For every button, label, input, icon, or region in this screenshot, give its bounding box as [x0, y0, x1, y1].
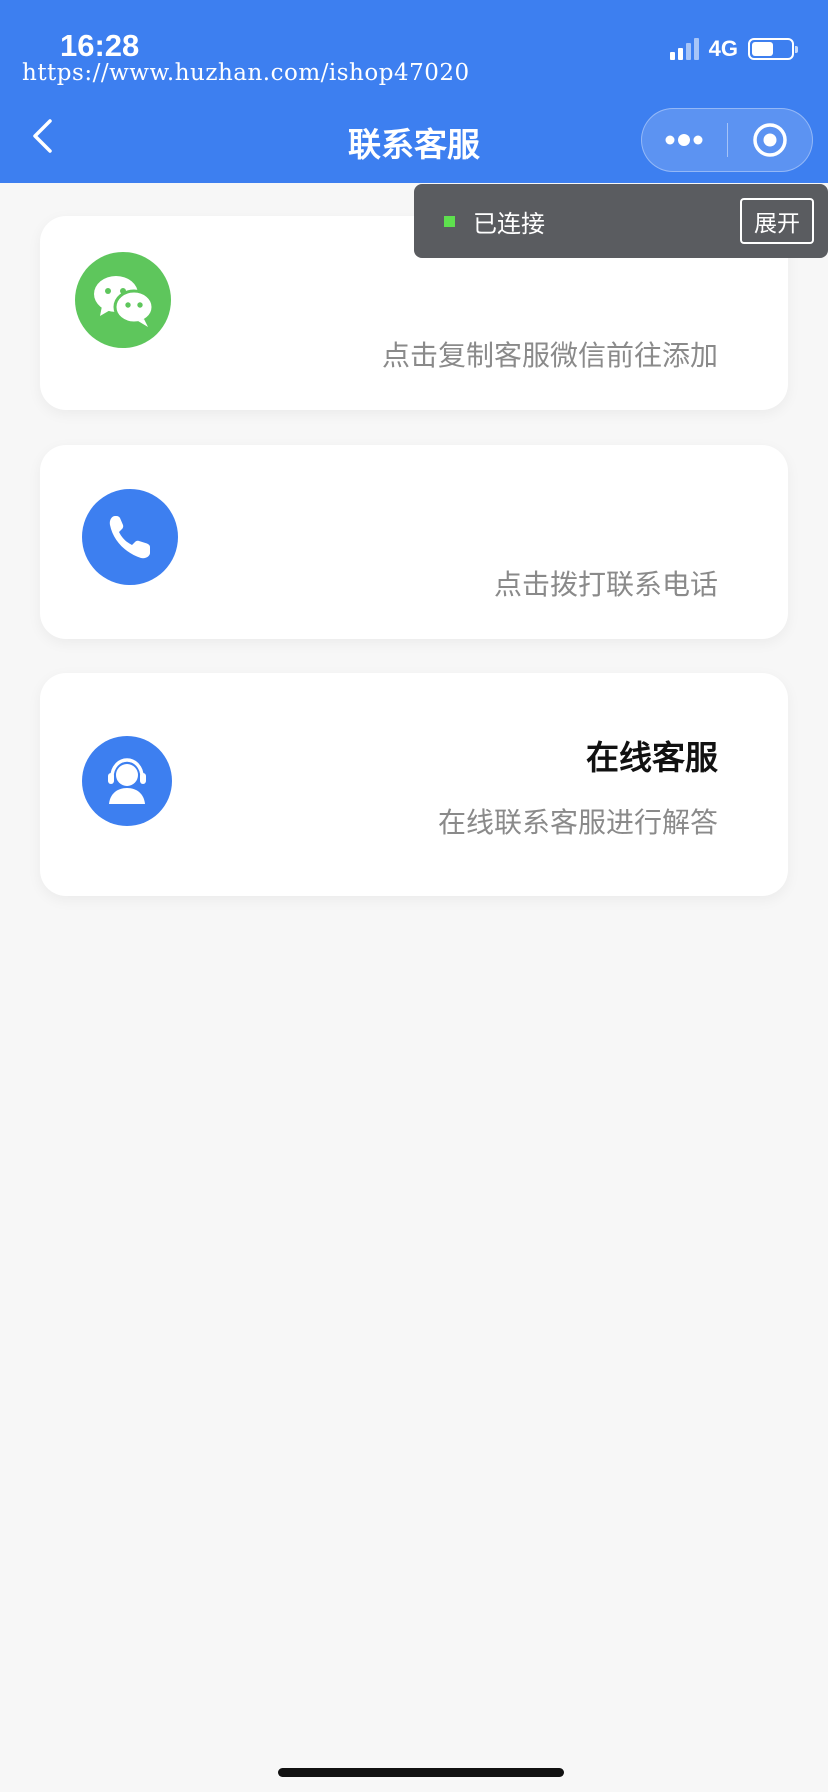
status-time: 16:28 [60, 28, 140, 63]
more-menu-button[interactable] [642, 108, 727, 172]
contact-service-page: 16:28 https://www.huzhan.com/ishop47020 … [0, 0, 828, 1792]
target-circle-icon [753, 123, 787, 157]
expand-button[interactable]: 展开 [740, 198, 814, 244]
watermark-url: https://www.huzhan.com/ishop47020 [22, 60, 470, 86]
header-bar: 16:28 https://www.huzhan.com/ishop47020 … [0, 0, 828, 183]
more-dots-icon [665, 134, 703, 146]
online-service-subtitle: 在线联系客服进行解答 [437, 806, 718, 839]
wechat-card-subtitle: 点击复制客服微信前往添加 [381, 339, 718, 372]
status-indicators: 4G [669, 36, 798, 62]
wechat-icon [75, 252, 171, 348]
phone-card-subtitle: 点击拨打联系电话 [493, 568, 718, 601]
mini-program-capsule [641, 108, 813, 172]
phone-contact-card[interactable]: 点击拨打联系电话 [40, 445, 788, 639]
connected-status-dot [444, 215, 455, 227]
close-mini-program-button[interactable] [728, 108, 813, 172]
battery-icon [748, 38, 798, 60]
home-indicator[interactable] [278, 1768, 564, 1777]
signal-icon [669, 38, 699, 60]
network-type: 4G [708, 36, 738, 61]
connection-status-toast: 已连接 展开 [414, 184, 828, 258]
online-service-card[interactable]: 在线客服 在线联系客服进行解答 [40, 673, 788, 896]
phone-icon [82, 489, 178, 585]
online-service-title: 在线客服 [586, 738, 718, 777]
connection-status-text: 已连接 [473, 209, 545, 238]
headset-agent-icon [82, 736, 172, 826]
